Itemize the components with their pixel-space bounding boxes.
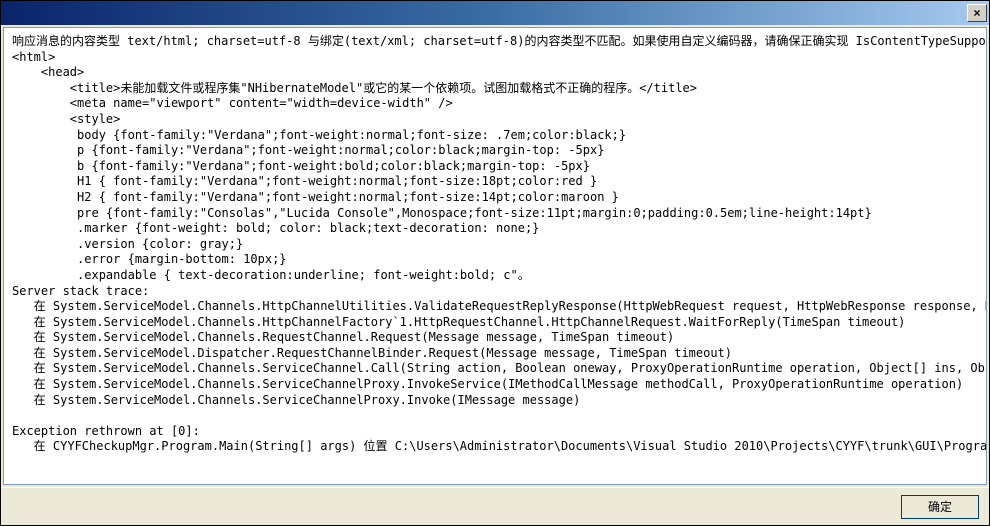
button-bar: 确定: [1, 487, 989, 525]
error-message-text: 响应消息的内容类型 text/html; charset=utf-8 与绑定(t…: [3, 27, 987, 485]
error-dialog: × 响应消息的内容类型 text/html; charset=utf-8 与绑定…: [0, 0, 990, 526]
close-icon: ×: [973, 6, 980, 20]
close-button[interactable]: ×: [967, 4, 987, 22]
ok-button[interactable]: 确定: [901, 495, 979, 519]
titlebar: ×: [1, 1, 989, 25]
